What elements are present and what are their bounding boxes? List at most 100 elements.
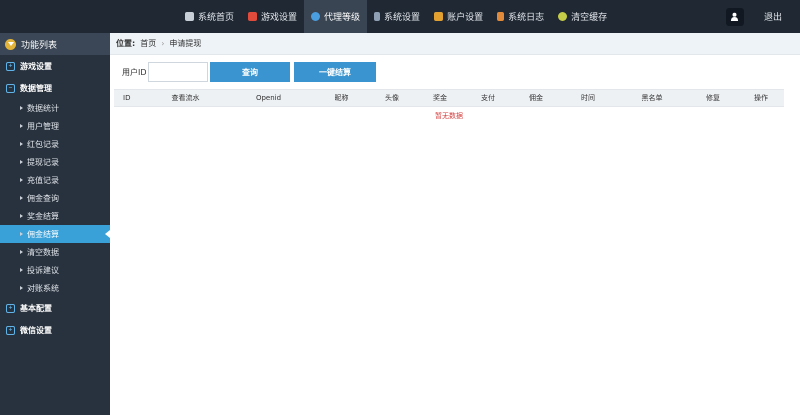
caret-right-icon bbox=[20, 106, 23, 110]
sidebar-item-label: 提现记录 bbox=[27, 157, 59, 167]
expand-icon: + bbox=[6, 303, 15, 313]
breadcrumb-label: 位置: bbox=[116, 39, 136, 48]
sidebar-group-game-settings[interactable]: + 游戏设置 bbox=[0, 55, 110, 77]
column-header-view-flow: 查看流水 bbox=[171, 94, 200, 102]
sidebar-item-label: 对账系统 bbox=[27, 283, 59, 293]
sidebar-item-commission-query[interactable]: 佣金查询 bbox=[0, 189, 110, 207]
nav-account-settings[interactable]: 账户设置 bbox=[427, 0, 490, 33]
column-header-time: 时间 bbox=[581, 94, 595, 102]
column-header-avatar: 头像 bbox=[385, 94, 399, 102]
sidebar-item-label: 清空数据 bbox=[27, 247, 59, 257]
settings-icon bbox=[374, 12, 381, 21]
column-header-repair: 修复 bbox=[706, 94, 720, 102]
nav-system-log[interactable]: 系统日志 bbox=[490, 0, 551, 33]
sidebar-item-label: 佣金查询 bbox=[27, 193, 59, 203]
sidebar-item-reconciliation[interactable]: 对账系统 bbox=[0, 279, 110, 297]
sidebar-group-basic-config[interactable]: + 基本配置 bbox=[0, 297, 110, 319]
sidebar-item-user-management[interactable]: 用户管理 bbox=[0, 117, 110, 135]
column-header-openid: Openid bbox=[255, 94, 282, 102]
caret-right-icon bbox=[20, 178, 23, 182]
nav-agent-level-label: 代理等级 bbox=[324, 13, 361, 23]
breadcrumb-home[interactable]: 首页 bbox=[140, 38, 156, 49]
nav-system-settings-label: 系统设置 bbox=[384, 13, 421, 23]
caret-right-icon bbox=[20, 232, 23, 236]
account-icon bbox=[434, 12, 444, 21]
sidebar-item-label: 佣金结算 bbox=[27, 229, 59, 239]
column-header-commission: 佣金 bbox=[529, 94, 543, 102]
nav-game-settings[interactable]: 游戏设置 bbox=[241, 0, 304, 33]
nav-home[interactable]: 系统首页 bbox=[178, 0, 241, 33]
sidebar-item-label: 红包记录 bbox=[27, 139, 59, 149]
top-navbar: 系统首页 游戏设置 代理等级 系统设置 账户设置 系统日志 清空缓存 退出 bbox=[0, 0, 800, 33]
column-header-bonus: 奖金 bbox=[433, 94, 447, 102]
column-header-blacklist: 黑名单 bbox=[641, 94, 663, 102]
top-right: 退出 bbox=[725, 0, 782, 33]
settle-all-button[interactable]: 一键结算 bbox=[294, 62, 376, 82]
sidebar-item-complaints[interactable]: 投诉建议 bbox=[0, 261, 110, 279]
nav-clear-cache[interactable]: 清空缓存 bbox=[551, 0, 614, 33]
clear-cache-icon bbox=[558, 12, 568, 21]
sidebar-group-label: 数据管理 bbox=[20, 83, 52, 93]
sidebar-item-label: 奖金结算 bbox=[27, 211, 59, 221]
sidebar-group-label: 基本配置 bbox=[20, 303, 52, 313]
nav-home-label: 系统首页 bbox=[198, 13, 235, 23]
column-header-nickname: 昵称 bbox=[334, 94, 349, 102]
sidebar-header: 功能列表 bbox=[0, 33, 110, 55]
sidebar-item-recharge-records[interactable]: 充值记录 bbox=[0, 171, 110, 189]
empty-state-text: 暂无数据 bbox=[435, 112, 463, 120]
nav-system-settings[interactable]: 系统设置 bbox=[367, 0, 427, 33]
sidebar-item-bonus-settlement[interactable]: 奖金结算 bbox=[0, 207, 110, 225]
nav-account-settings-label: 账户设置 bbox=[447, 13, 484, 23]
column-header-payment: 支付 bbox=[481, 94, 495, 102]
caret-right-icon bbox=[20, 250, 23, 254]
log-icon bbox=[497, 12, 505, 21]
collapse-group-icon: − bbox=[6, 83, 15, 93]
caret-right-icon bbox=[20, 214, 23, 218]
sidebar-item-data-stats[interactable]: 数据统计 bbox=[0, 99, 110, 117]
sidebar: 功能列表 + 游戏设置 − 数据管理 数据统计 用户管理 红包记录 提现记录 充… bbox=[0, 33, 110, 415]
caret-right-icon bbox=[20, 142, 23, 146]
top-nav: 系统首页 游戏设置 代理等级 系统设置 账户设置 系统日志 清空缓存 bbox=[178, 0, 614, 33]
sidebar-item-label: 数据统计 bbox=[27, 103, 59, 113]
expand-icon: + bbox=[6, 61, 15, 71]
sidebar-header-label: 功能列表 bbox=[21, 40, 58, 51]
caret-right-icon bbox=[20, 286, 23, 290]
column-header-actions: 操作 bbox=[754, 94, 768, 102]
nav-game-settings-label: 游戏设置 bbox=[261, 13, 298, 23]
user-button[interactable] bbox=[725, 7, 744, 26]
logout-link[interactable]: 退出 bbox=[764, 10, 782, 23]
home-icon bbox=[185, 12, 194, 21]
user-id-label: 用户ID bbox=[122, 67, 147, 77]
user-icon bbox=[731, 12, 739, 21]
sidebar-group-label: 微信设置 bbox=[20, 325, 52, 335]
sidebar-item-label: 用户管理 bbox=[27, 121, 59, 131]
sidebar-item-commission-settlement[interactable]: 佣金结算 bbox=[0, 225, 110, 243]
table-header: ID 查看流水 Openid 昵称 头像 奖金 支付 佣金 时间 黑名单 修复 … bbox=[114, 89, 784, 107]
sidebar-item-label: 充值记录 bbox=[27, 175, 59, 185]
breadcrumb-current: 申请提现 bbox=[169, 39, 202, 48]
data-table: ID 查看流水 Openid 昵称 头像 奖金 支付 佣金 时间 黑名单 修复 … bbox=[114, 89, 784, 121]
game-icon bbox=[248, 12, 258, 21]
sidebar-group-label: 游戏设置 bbox=[20, 61, 52, 71]
search-bar: 用户ID 查询 一键结算 bbox=[122, 61, 376, 83]
sidebar-group-data-management[interactable]: − 数据管理 bbox=[0, 77, 110, 99]
sidebar-item-withdraw-records[interactable]: 提现记录 bbox=[0, 153, 110, 171]
nav-system-log-label: 系统日志 bbox=[508, 13, 545, 23]
caret-right-icon bbox=[20, 196, 23, 200]
query-button[interactable]: 查询 bbox=[210, 62, 290, 82]
breadcrumb-separator: › bbox=[161, 39, 165, 48]
expand-icon: + bbox=[6, 325, 15, 335]
column-header-id: ID bbox=[123, 94, 131, 102]
caret-right-icon bbox=[20, 160, 23, 164]
caret-right-icon bbox=[20, 268, 23, 272]
agent-level-icon bbox=[311, 12, 321, 21]
caret-right-icon bbox=[20, 124, 23, 128]
sidebar-item-clear-data[interactable]: 清空数据 bbox=[0, 243, 110, 261]
nav-clear-cache-label: 清空缓存 bbox=[571, 13, 608, 23]
user-id-input[interactable] bbox=[148, 62, 208, 82]
sidebar-item-red-packet-records[interactable]: 红包记录 bbox=[0, 135, 110, 153]
collapse-icon[interactable] bbox=[5, 38, 16, 50]
sidebar-group-wechat-settings[interactable]: + 微信设置 bbox=[0, 319, 110, 341]
nav-agent-level[interactable]: 代理等级 bbox=[304, 0, 368, 33]
breadcrumb: 位置: 首页 › 申请提现 bbox=[110, 33, 800, 55]
